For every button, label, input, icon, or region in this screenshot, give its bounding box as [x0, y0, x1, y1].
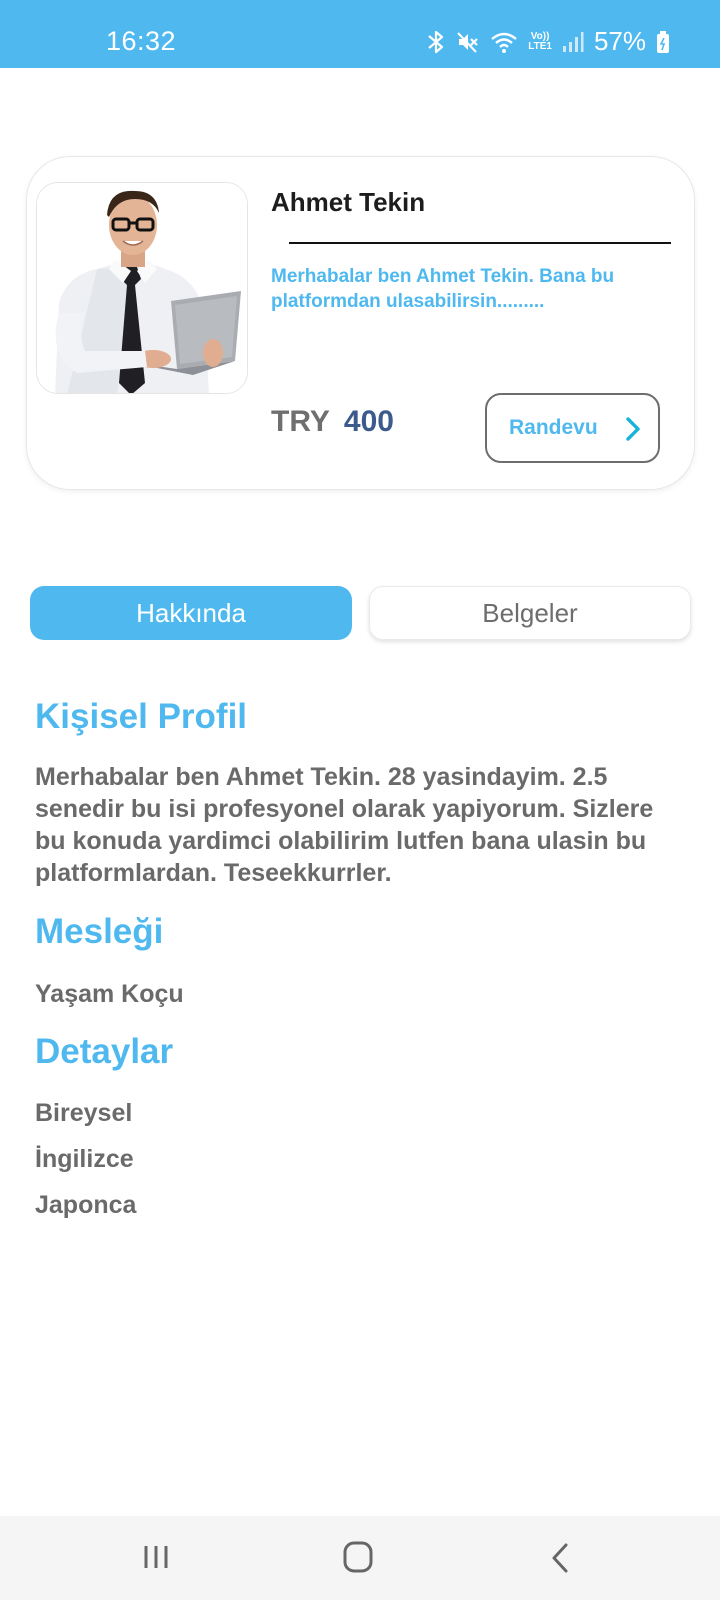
- recent-apps-icon[interactable]: [141, 1542, 171, 1572]
- occupation-section-title: Mesleği: [35, 912, 164, 951]
- battery-percent: 57%: [593, 26, 646, 56]
- signal-icon: [562, 31, 584, 52]
- volte-label: Vo)): [530, 30, 550, 42]
- name-divider: [289, 242, 671, 244]
- detail-item: Bireysel: [35, 1099, 133, 1127]
- occupation-value: Yaşam Koçu: [35, 980, 184, 1008]
- profile-name: Ahmet Tekin: [271, 187, 426, 217]
- profile-avatar: [36, 182, 248, 394]
- detail-item: Japonca: [35, 1191, 137, 1219]
- profile-section-text: Merhabalar ben Ahmet Tekin. 28 yasindayi…: [35, 763, 654, 887]
- price-currency: TRY: [271, 405, 330, 438]
- chevron-right-icon: [626, 417, 640, 441]
- status-time: 16:32: [106, 26, 177, 56]
- volte-icon: Vo)) LTE1: [528, 30, 552, 52]
- detail-item: İngilizce: [35, 1145, 134, 1173]
- tab-documents[interactable]: Belgeler: [369, 586, 691, 640]
- appointment-button-label: Randevu: [509, 416, 598, 439]
- home-icon[interactable]: [342, 1540, 374, 1574]
- status-icons: Vo)) LTE1 57%: [426, 26, 670, 57]
- details-section-title: Detaylar: [35, 1032, 174, 1071]
- lte-label: LTE1: [528, 40, 552, 52]
- battery-icon: [657, 30, 669, 53]
- profile-section-title: Kişisel Profil: [35, 697, 248, 736]
- back-icon[interactable]: [548, 1542, 572, 1574]
- profile-bio: Merhabalar ben Ahmet Tekin. Bana bu plat…: [271, 266, 615, 312]
- price-value: 400: [343, 405, 394, 438]
- tab-about[interactable]: Hakkında: [30, 586, 352, 640]
- price: TRY 400: [271, 405, 394, 439]
- wifi-icon: [491, 32, 518, 53]
- bluetooth-icon: [428, 30, 444, 53]
- mute-icon: [457, 31, 479, 53]
- status-bar: 16:32 Vo)) LTE1 57%: [0, 0, 720, 68]
- profile-card[interactable]: Ahmet Tekin Merhabalar ben Ahmet Tekin. …: [26, 156, 695, 490]
- system-nav-bar: [0, 1516, 720, 1600]
- person-photo: [37, 183, 247, 393]
- appointment-button[interactable]: Randevu: [485, 393, 660, 463]
